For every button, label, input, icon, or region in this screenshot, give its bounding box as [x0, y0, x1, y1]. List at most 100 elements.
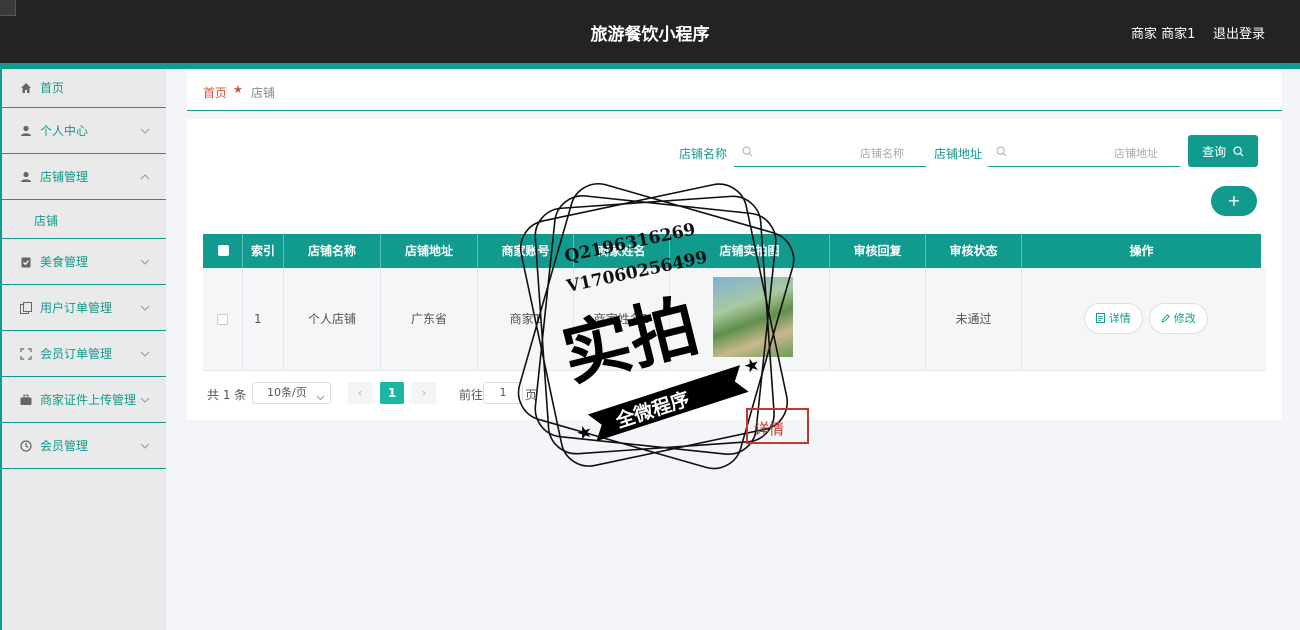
query-button[interactable]: 查询 [1188, 135, 1258, 167]
select-all-cell [203, 234, 243, 268]
detail-button-label: 详情 [1108, 312, 1131, 325]
sidebar-subitem-store[interactable]: 店铺 [2, 200, 166, 239]
cell-merchant-account: 商家1 [478, 268, 574, 371]
table-header: 索引 店铺名称 店铺地址 商家账号 商家姓名 店铺实拍图 审核回复 审核状态 操… [203, 234, 1261, 268]
chevron-down-icon [140, 255, 150, 269]
highlight-box: 详情 [746, 408, 809, 444]
current-page-button[interactable]: 1 [380, 382, 404, 404]
cell-merchant-name: 商家姓名1 [574, 268, 670, 371]
highlight-box-label: 详情 [754, 420, 785, 438]
store-address-label: 店铺地址 [934, 147, 983, 161]
search-icon [1233, 145, 1244, 156]
chevron-down-icon [140, 439, 150, 453]
page-size-value: 10条/页 [267, 386, 307, 399]
header-review-reply[interactable]: 审核回复 [830, 234, 926, 268]
chevron-down-icon [140, 301, 150, 315]
app-title: 旅游餐饮小程序 [590, 25, 710, 45]
sidebar: 首页 个人中心 店铺管理 店铺 美食管理 用户订单管理 会员订单管理 商家证件上… [0, 69, 166, 630]
star-icon: ★ [574, 420, 596, 445]
sidebar-item-home[interactable]: 首页 [2, 69, 166, 108]
header-review-status[interactable]: 审核状态 [926, 234, 1022, 268]
goto-page-input[interactable]: 1 [483, 382, 523, 404]
sidebar-item-label: 首页 [40, 81, 65, 95]
cell-review-reply [830, 268, 926, 371]
chevron-down-icon [140, 124, 150, 138]
sidebar-item-store-management[interactable]: 店铺管理 [2, 154, 166, 200]
edit-button[interactable]: 修改 [1149, 303, 1208, 334]
clock-icon [20, 439, 32, 452]
add-store-button[interactable]: + [1211, 186, 1257, 216]
prev-page-button[interactable]: ‹ [348, 382, 372, 404]
cell-review-status: 未通过 [926, 268, 1022, 371]
store-name-label: 店铺名称 [679, 147, 728, 161]
store-list-panel: 店铺名称 店铺地址 查询 + 索引 店铺名称 店铺地址 商家账号 商家姓名 店铺… [187, 119, 1282, 420]
goto-label: 前往 [459, 388, 484, 402]
query-button-label: 查询 [1202, 144, 1227, 159]
select-all-checkbox[interactable] [218, 245, 229, 256]
goto-unit: 页 [525, 388, 538, 402]
sidebar-item-label: 个人中心 [40, 123, 89, 138]
copy-icon [20, 301, 32, 314]
store-address-input[interactable] [1012, 143, 1158, 163]
fullscreen-icon [20, 347, 32, 360]
sidebar-item-personal-center[interactable]: 个人中心 [2, 108, 166, 154]
sidebar-item-label: 会员管理 [40, 438, 89, 453]
header-merchant-name[interactable]: 商家姓名 [574, 234, 670, 268]
sidebar-item-user-orders[interactable]: 用户订单管理 [2, 285, 166, 331]
sidebar-subitem-label: 店铺 [34, 214, 59, 228]
search-icon [996, 146, 1007, 160]
header-store-photo[interactable]: 店铺实拍图 [670, 234, 830, 268]
store-name-input[interactable] [758, 143, 904, 163]
breadcrumb-separator-icon: ★ [233, 83, 243, 96]
sidebar-item-label: 会员订单管理 [40, 346, 113, 361]
user-icon [20, 125, 32, 137]
page-size-select[interactable]: 10条/页 [252, 382, 331, 404]
detail-button[interactable]: 详情 [1084, 303, 1143, 334]
row-checkbox[interactable] [217, 314, 228, 325]
store-photo-thumbnail[interactable] [713, 277, 793, 357]
chevron-down-icon [140, 347, 150, 361]
chevron-down-icon [316, 389, 325, 409]
header-actions: 操作 [1129, 244, 1154, 258]
search-icon [742, 146, 753, 160]
next-page-button[interactable]: › [412, 382, 436, 404]
sidebar-item-label: 店铺管理 [40, 169, 89, 184]
cell-index: 1 [243, 268, 284, 371]
chevron-down-icon [140, 393, 150, 407]
breadcrumb-current: 店铺 [251, 86, 276, 100]
header-store-name[interactable]: 店铺名称 [284, 234, 381, 268]
pagination-total: 共 1 条 [207, 388, 247, 402]
sidebar-item-member-orders[interactable]: 会员订单管理 [2, 331, 166, 377]
current-user: 商家 商家1 [1131, 27, 1196, 42]
cell-store-address: 广东省 [381, 268, 478, 371]
edit-button-label: 修改 [1173, 312, 1196, 325]
top-header: 旅游餐饮小程序 商家 商家1 退出登录 [0, 0, 1300, 63]
logout-link[interactable]: 退出登录 [1213, 23, 1265, 42]
header-store-address[interactable]: 店铺地址 [381, 234, 478, 268]
header-index[interactable]: 索引 [243, 234, 284, 268]
store-name-search [734, 139, 926, 167]
sidebar-item-label: 商家证件上传管理 [40, 392, 137, 407]
home-icon [20, 82, 32, 94]
clipboard-icon [20, 256, 32, 268]
briefcase-icon [20, 394, 32, 406]
store-address-search [988, 139, 1180, 167]
chevron-up-icon [140, 170, 150, 184]
header-merchant-account[interactable]: 商家账号 [478, 234, 574, 268]
sidebar-item-label: 用户订单管理 [40, 300, 113, 315]
sidebar-item-food-management[interactable]: 美食管理 [2, 239, 166, 285]
window-corner-icon [0, 0, 16, 16]
cell-actions [1022, 268, 1266, 371]
header-accent-bar [0, 63, 1300, 69]
sidebar-item-label: 美食管理 [40, 254, 89, 269]
sidebar-item-license-upload[interactable]: 商家证件上传管理 [2, 377, 166, 423]
sidebar-item-member-management[interactable]: 会员管理 [2, 423, 166, 469]
cell-store-name: 个人店铺 [284, 268, 381, 371]
edit-icon [1161, 314, 1171, 323]
table-row: 1 个人店铺 广东省 商家1 商家姓名1 未通过 详情 修改 [203, 268, 1266, 371]
document-icon [1096, 313, 1106, 323]
user-icon [20, 171, 32, 183]
breadcrumb-home-link[interactable]: 首页 [203, 84, 227, 101]
row-select-cell [203, 268, 243, 371]
breadcrumb: 首页 ★ 店铺 [187, 71, 1282, 111]
